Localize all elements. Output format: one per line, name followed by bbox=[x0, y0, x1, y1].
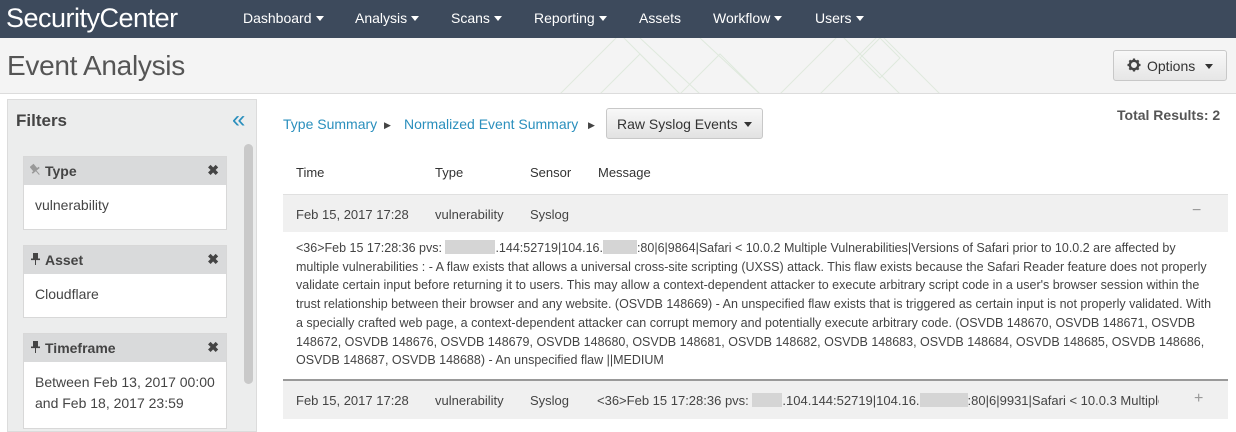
nav-dashboard[interactable]: Dashboard bbox=[243, 0, 324, 36]
cell-message: <36>Feb 15 17:28:36 pvs: .104.144:52719|… bbox=[597, 393, 1159, 408]
message-part: :80|6|9931|Safari < 10.0.3 Multiple Vuln… bbox=[967, 393, 1159, 408]
raw-syslog-events-dropdown[interactable]: Raw Syslog Events bbox=[606, 108, 763, 139]
nav-reporting[interactable]: Reporting bbox=[534, 0, 607, 36]
redacted-text bbox=[602, 240, 637, 254]
chevron-down-icon bbox=[493, 15, 502, 21]
total-results: Total Results: 2 bbox=[1117, 107, 1221, 123]
filter-value: Between Feb 13, 2017 00:00 and Feb 18, 2… bbox=[35, 374, 215, 411]
message-part: :80|6|9864|Safari < 10.0.2 Multiple Vuln… bbox=[296, 241, 1212, 368]
message-part: <36>Feb 15 17:28:36 pvs: bbox=[296, 241, 442, 255]
pin-icon[interactable] bbox=[30, 252, 41, 266]
filter-name: Asset bbox=[45, 252, 84, 268]
filter-value: Cloudflare bbox=[35, 286, 99, 302]
close-icon[interactable]: ✖ bbox=[207, 162, 219, 179]
redacted-text bbox=[919, 393, 968, 407]
double-chevron-left-icon[interactable]: « bbox=[232, 108, 245, 132]
nav-analysis-label: Analysis bbox=[355, 10, 408, 26]
chevron-down-icon bbox=[315, 15, 324, 21]
filter-name: Timeframe bbox=[45, 340, 116, 356]
raw-syslog-events-label: Raw Syslog Events bbox=[617, 116, 738, 132]
pin-icon[interactable] bbox=[30, 340, 41, 354]
nav-assets[interactable]: Assets bbox=[639, 0, 681, 36]
nav-analysis[interactable]: Analysis bbox=[355, 0, 420, 36]
chevron-down-icon bbox=[1205, 64, 1213, 69]
chevron-down-icon bbox=[411, 15, 420, 21]
redacted-text bbox=[445, 240, 496, 254]
filter-card-type[interactable]: Type ✖ vulnerability bbox=[23, 156, 227, 230]
expand-plus-icon[interactable]: + bbox=[1194, 390, 1203, 408]
pin-icon[interactable] bbox=[30, 163, 41, 177]
expanded-message: <36>Feb 15 17:28:36 pvs: .144:52719|104.… bbox=[296, 239, 1218, 370]
top-nav-bar: SecurityCenter Dashboard Analysis Scans … bbox=[0, 0, 1236, 38]
nav-assets-label: Assets bbox=[639, 10, 682, 26]
gear-icon bbox=[1127, 58, 1141, 72]
options-button[interactable]: Options bbox=[1113, 50, 1227, 81]
header-background-pattern bbox=[560, 38, 940, 93]
filter-card-timeframe[interactable]: Timeframe ✖ Between Feb 13, 2017 00:00 a… bbox=[23, 333, 227, 429]
column-header-type[interactable]: Type bbox=[435, 165, 463, 180]
cell-type: vulnerability bbox=[435, 393, 504, 408]
filter-card-asset[interactable]: Asset ✖ Cloudflare bbox=[23, 245, 227, 318]
message-part: .144:52719|104.16. bbox=[495, 241, 603, 255]
nav-workflow-label: Workflow bbox=[713, 10, 771, 26]
filter-header: Asset ✖ bbox=[24, 246, 226, 274]
page-title: Event Analysis bbox=[7, 50, 185, 81]
nav-users-label: Users bbox=[815, 10, 852, 26]
nav-reporting-label: Reporting bbox=[534, 10, 595, 26]
filter-header: Timeframe ✖ bbox=[24, 334, 226, 362]
close-icon[interactable]: ✖ bbox=[207, 251, 219, 268]
collapse-minus-icon[interactable]: − bbox=[1192, 202, 1201, 220]
table-row[interactable]: Feb 15, 2017 17:28 vulnerability Syslog … bbox=[283, 379, 1228, 419]
app-logo[interactable]: SecurityCenter bbox=[6, 0, 178, 36]
nav-users[interactable]: Users bbox=[815, 0, 864, 36]
nav-scans[interactable]: Scans bbox=[451, 0, 502, 36]
filters-panel: Filters « Type ✖ vulnerability Asset ✖ C… bbox=[7, 99, 257, 432]
table-row[interactable]: Feb 15, 2017 17:28 vulnerability Syslog … bbox=[283, 194, 1228, 232]
column-header-sensor[interactable]: Sensor bbox=[530, 165, 571, 180]
breadcrumb-type-summary[interactable]: Type Summary bbox=[283, 116, 377, 132]
cell-time: Feb 15, 2017 17:28 bbox=[296, 207, 409, 222]
filters-scrollbar[interactable] bbox=[244, 144, 253, 384]
message-part: <36>Feb 15 17:28:36 pvs: bbox=[597, 393, 749, 408]
nav-workflow[interactable]: Workflow bbox=[713, 0, 783, 36]
chevron-down-icon bbox=[855, 15, 864, 21]
page-header: Event Analysis Options bbox=[0, 38, 1236, 94]
column-header-message[interactable]: Message bbox=[598, 165, 651, 180]
nav-dashboard-label: Dashboard bbox=[243, 10, 312, 26]
filter-value: vulnerability bbox=[35, 197, 109, 213]
cell-type: vulnerability bbox=[435, 207, 504, 222]
nav-scans-label: Scans bbox=[451, 10, 490, 26]
breadcrumb-separator-icon: ▶ bbox=[588, 120, 595, 130]
filter-name: Type bbox=[45, 163, 77, 179]
cell-sensor: Syslog bbox=[530, 207, 570, 222]
cell-time: Feb 15, 2017 17:28 bbox=[296, 393, 409, 408]
message-part: .104.144:52719|104.16. bbox=[782, 393, 920, 408]
chevron-down-icon bbox=[598, 15, 607, 21]
filters-title: Filters bbox=[16, 111, 68, 130]
redacted-text bbox=[752, 393, 783, 407]
column-header-time[interactable]: Time bbox=[296, 165, 324, 180]
filter-header: Type ✖ bbox=[24, 157, 226, 185]
cell-sensor: Syslog bbox=[530, 393, 570, 408]
close-icon[interactable]: ✖ bbox=[207, 339, 219, 356]
breadcrumb-normalized-event-summary[interactable]: Normalized Event Summary bbox=[404, 116, 578, 132]
options-label: Options bbox=[1147, 58, 1196, 74]
breadcrumb-separator-icon: ▶ bbox=[384, 120, 391, 130]
chevron-down-icon bbox=[774, 15, 783, 21]
chevron-down-icon bbox=[744, 122, 752, 127]
